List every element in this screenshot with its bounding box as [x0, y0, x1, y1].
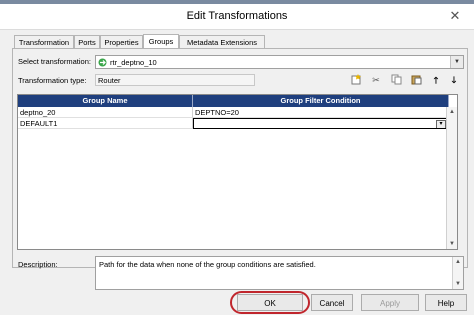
edit-transformations-dialog: Edit Transformations ✕ Transformation Po…	[0, 4, 474, 315]
select-transformation-dropdown[interactable]: rtr_deptno_10 ▼	[95, 55, 464, 69]
copy-icon[interactable]	[390, 74, 402, 86]
scroll-down-icon[interactable]: ▼	[453, 279, 463, 289]
group-name-cell[interactable]: deptno_20	[18, 107, 193, 118]
ok-highlight-annotation	[230, 291, 310, 314]
apply-button[interactable]: Apply	[361, 294, 419, 311]
transformation-type-label: Transformation type:	[18, 76, 87, 85]
router-icon	[98, 58, 107, 67]
column-header-group-filter-condition[interactable]: Group Filter Condition	[193, 95, 449, 107]
dialog-title: Edit Transformations	[186, 10, 288, 22]
select-transformation-label: Select transformation:	[18, 57, 91, 66]
tab-transformation[interactable]: Transformation	[14, 35, 74, 48]
cancel-button[interactable]: Cancel	[311, 294, 353, 311]
scroll-down-icon[interactable]: ▼	[447, 239, 457, 249]
move-up-icon[interactable]: 🡑	[430, 74, 442, 86]
transformation-type-field: Router	[95, 74, 255, 86]
description-scrollbar[interactable]: ▲ ▼	[452, 257, 463, 289]
table-row[interactable]: deptno_20 DEPTNO=20	[18, 107, 459, 118]
tab-ports[interactable]: Ports	[74, 35, 100, 48]
groups-grid: Group Name Group Filter Condition deptno…	[17, 94, 458, 250]
description-field[interactable]: Path for the data when none of the group…	[95, 256, 464, 290]
tab-groups[interactable]: Groups	[143, 34, 179, 49]
grid-vertical-scrollbar[interactable]: ▲ ▼	[446, 107, 457, 249]
group-name-cell[interactable]: DEFAULT1	[18, 118, 193, 129]
move-down-icon[interactable]: 🡓	[448, 74, 460, 86]
chevron-down-icon[interactable]: ▼	[450, 56, 463, 68]
scroll-up-icon[interactable]: ▲	[447, 107, 457, 117]
expression-editor-button[interactable]: ▾	[436, 120, 446, 128]
cut-icon[interactable]: ✂	[370, 74, 382, 86]
tab-properties[interactable]: Properties	[100, 35, 143, 48]
description-label: Description:	[18, 260, 58, 269]
selected-transformation-value: rtr_deptno_10	[110, 58, 157, 67]
paste-icon[interactable]	[410, 74, 422, 86]
column-header-group-name[interactable]: Group Name	[18, 95, 193, 107]
group-filter-cell-selected[interactable]: ▾	[193, 118, 449, 129]
help-button[interactable]: Help	[425, 294, 467, 311]
tab-metadata-extensions[interactable]: Metadata Extensions	[179, 35, 265, 48]
grid-header: Group Name Group Filter Condition	[18, 95, 459, 107]
table-row[interactable]: DEFAULT1 ▾	[18, 118, 459, 129]
transformation-type-value: Router	[98, 76, 121, 85]
group-filter-cell[interactable]: DEPTNO=20	[193, 107, 449, 118]
close-button[interactable]: ✕	[442, 8, 468, 24]
new-group-icon[interactable]	[350, 74, 362, 86]
scroll-up-icon[interactable]: ▲	[453, 257, 463, 267]
description-value: Path for the data when none of the group…	[99, 260, 316, 269]
title-bar: Edit Transformations ✕	[0, 4, 474, 30]
